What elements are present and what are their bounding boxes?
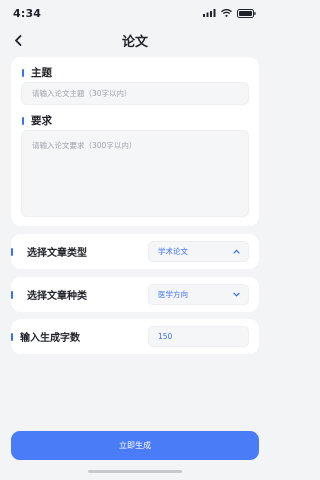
topic-input[interactable]: 请输入论文主题（30字以内） [21, 82, 249, 105]
nav-bar: 论文 [0, 26, 270, 54]
requirement-section-label: 要求 [22, 113, 52, 128]
article-type-select[interactable]: 学术论文 [148, 241, 249, 262]
requirement-textarea[interactable]: 请输入论文要求（300字以内） [21, 130, 249, 217]
signal-icon [203, 9, 216, 17]
article-category-value: 医学方向 [158, 290, 188, 299]
chevron-down-icon [233, 292, 240, 297]
word-count-input[interactable]: 150 [148, 326, 249, 347]
topic-section-label: 主题 [22, 65, 52, 80]
status-time: 4:34 [13, 6, 42, 20]
word-count-row: 输入生成字数 150 [11, 319, 259, 354]
accent-bar [11, 332, 13, 341]
article-type-label-wrap: 选择文章类型 [11, 244, 87, 259]
article-type-row: 选择文章类型 学术论文 [11, 234, 259, 269]
article-category-row: 选择文章种类 医学方向 [11, 277, 259, 312]
generate-button[interactable]: 立即生成 [11, 431, 259, 460]
article-type-label: 选择文章类型 [27, 248, 87, 259]
article-type-value: 学术论文 [158, 247, 188, 256]
home-indicator [88, 470, 182, 473]
accent-bar [11, 290, 13, 299]
word-count-value: 150 [158, 332, 173, 341]
status-bar: 4:34 [0, 0, 270, 26]
page-title: 论文 [121, 34, 148, 50]
topic-placeholder: 请输入论文主题（30字以内） [32, 89, 132, 98]
back-button[interactable] [8, 30, 28, 50]
form-card: 主题 请输入论文主题（30字以内） 要求 请输入论文要求（300字以内） [11, 57, 259, 226]
article-category-select[interactable]: 医学方向 [148, 284, 249, 305]
article-category-label-wrap: 选择文章种类 [11, 287, 87, 302]
wifi-icon [221, 9, 232, 17]
accent-bar [22, 68, 24, 77]
accent-bar [22, 116, 24, 125]
word-count-label-wrap: 输入生成字数 [11, 329, 80, 344]
battery-icon [237, 8, 256, 18]
status-icons [203, 8, 256, 18]
chevron-up-icon [233, 249, 240, 254]
word-count-label: 输入生成字数 [20, 333, 80, 344]
accent-bar [11, 247, 13, 256]
article-category-label: 选择文章种类 [27, 291, 87, 302]
requirement-placeholder: 请输入论文要求（300字以内） [32, 141, 137, 150]
topic-label: 主题 [31, 67, 52, 79]
chevron-left-icon [15, 34, 22, 46]
requirement-label: 要求 [31, 115, 52, 127]
